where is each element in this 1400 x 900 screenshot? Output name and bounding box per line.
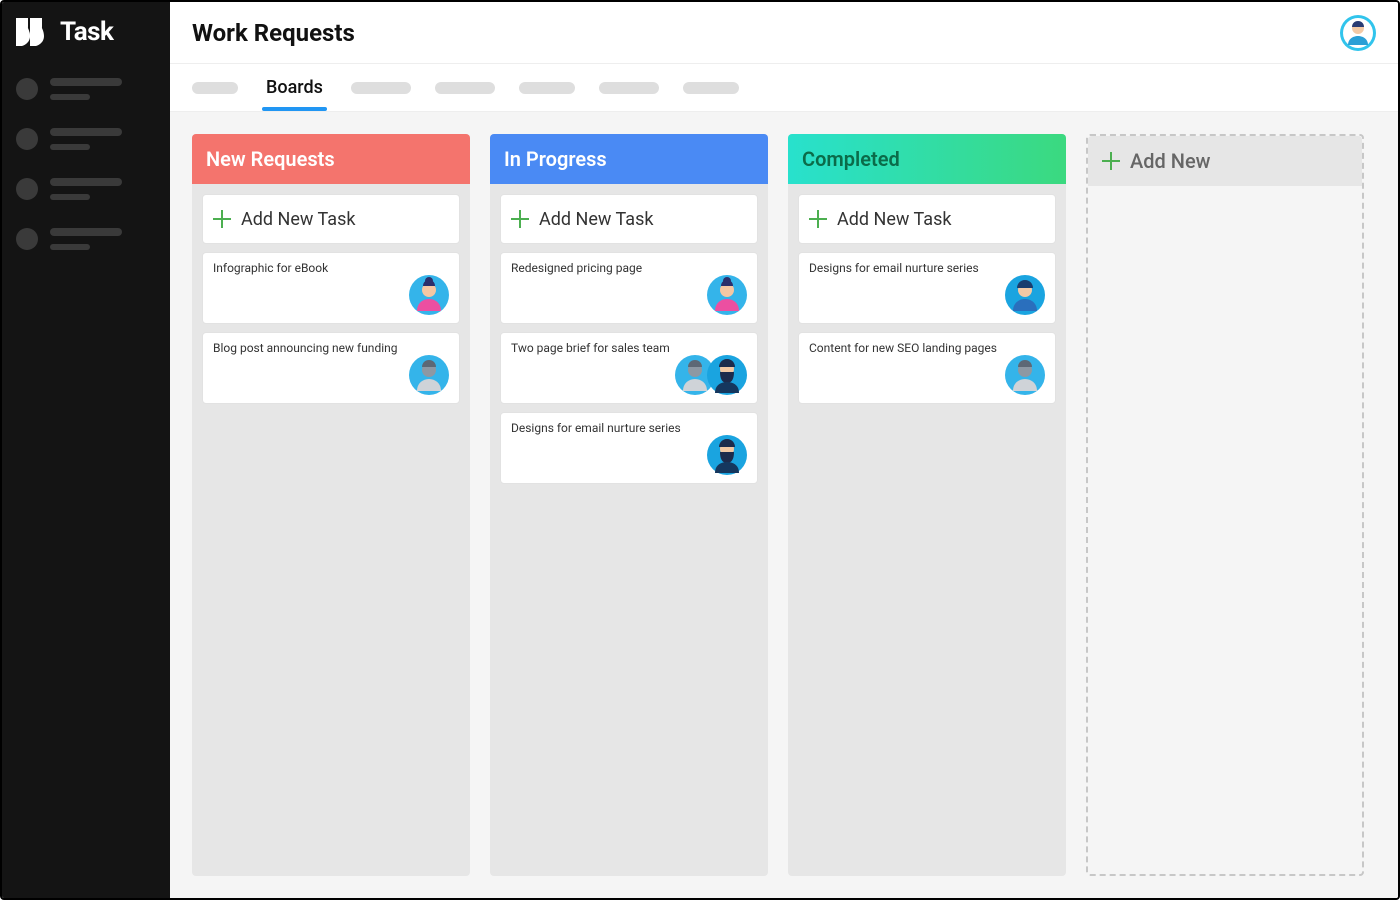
add-task-button[interactable]: Add New Task: [798, 194, 1056, 244]
logo-text: Task: [60, 17, 113, 47]
nav-dot-icon: [16, 178, 38, 200]
add-task-button[interactable]: Add New Task: [202, 194, 460, 244]
nav-dot-icon: [16, 78, 38, 100]
task-card[interactable]: Redesigned pricing page: [500, 252, 758, 324]
task-title: Infographic for eBook: [213, 261, 449, 275]
add-task-button[interactable]: Add New Task: [500, 194, 758, 244]
column-body: Add New Task Infographic for eBook Blog …: [192, 184, 470, 414]
tab-placeholder[interactable]: [192, 82, 238, 94]
sidebar-nav: [2, 62, 170, 266]
assignee-avatar[interactable]: [707, 355, 747, 395]
task-card[interactable]: Infographic for eBook: [202, 252, 460, 324]
nav-dot-icon: [16, 228, 38, 250]
task-assignees: [809, 355, 1045, 395]
task-title: Designs for email nurture series: [809, 261, 1045, 275]
nav-item-placeholder: [50, 128, 122, 150]
sidebar-item[interactable]: [16, 128, 156, 150]
add-column-header: Add New: [1088, 136, 1362, 186]
assignee-avatar[interactable]: [1005, 275, 1045, 315]
task-card[interactable]: Blog post announcing new funding: [202, 332, 460, 404]
sidebar: Task: [2, 2, 170, 898]
logo-icon: [16, 18, 50, 46]
user-avatar[interactable]: [1340, 15, 1376, 51]
logo[interactable]: Task: [2, 2, 170, 62]
page-title: Work Requests: [192, 19, 355, 47]
column-header[interactable]: New Requests: [192, 134, 470, 184]
add-task-label: Add New Task: [539, 209, 654, 230]
task-card[interactable]: Designs for email nurture series: [500, 412, 758, 484]
nav-item-placeholder: [50, 228, 122, 250]
assignee-avatar[interactable]: [409, 355, 449, 395]
plus-icon: [511, 210, 529, 228]
board-column-in-progress: In Progress Add New Task Redesigned pric…: [490, 134, 768, 876]
plus-icon: [213, 210, 231, 228]
task-card[interactable]: Designs for email nurture series: [798, 252, 1056, 324]
tab-boards[interactable]: Boards: [262, 65, 327, 110]
topbar: Work Requests: [170, 2, 1398, 64]
task-assignees: [511, 435, 747, 475]
tab-bar: Boards: [170, 64, 1398, 112]
nav-item-placeholder: [50, 78, 122, 100]
tab-placeholder[interactable]: [435, 82, 495, 94]
app-shell: Task Work Requests: [0, 0, 1400, 900]
task-title: Designs for email nurture series: [511, 421, 747, 435]
task-assignees: [511, 355, 747, 395]
sidebar-item[interactable]: [16, 178, 156, 200]
column-body: Add New Task Redesigned pricing page Two…: [490, 184, 768, 494]
assignee-avatar[interactable]: [409, 275, 449, 315]
sidebar-item[interactable]: [16, 78, 156, 100]
board: New Requests Add New Task Infographic fo…: [170, 112, 1398, 898]
add-column-label: Add New: [1130, 149, 1211, 173]
task-assignees: [213, 355, 449, 395]
task-title: Blog post announcing new funding: [213, 341, 449, 355]
column-header[interactable]: Completed: [788, 134, 1066, 184]
add-task-label: Add New Task: [837, 209, 952, 230]
plus-icon: [1102, 152, 1120, 170]
nav-item-placeholder: [50, 178, 122, 200]
plus-icon: [809, 210, 827, 228]
tab-placeholder[interactable]: [599, 82, 659, 94]
task-title: Two page brief for sales team: [511, 341, 747, 355]
task-title: Redesigned pricing page: [511, 261, 747, 275]
task-assignees: [213, 275, 449, 315]
task-title: Content for new SEO landing pages: [809, 341, 1045, 355]
board-column-completed: Completed Add New Task Designs for email…: [788, 134, 1066, 876]
board-column-new-requests: New Requests Add New Task Infographic fo…: [192, 134, 470, 876]
column-header[interactable]: In Progress: [490, 134, 768, 184]
main-panel: Work Requests Boards New Requests Add N: [170, 2, 1398, 898]
nav-dot-icon: [16, 128, 38, 150]
task-card[interactable]: Content for new SEO landing pages: [798, 332, 1056, 404]
assignee-avatar[interactable]: [1005, 355, 1045, 395]
task-card[interactable]: Two page brief for sales team: [500, 332, 758, 404]
tab-placeholder[interactable]: [683, 82, 739, 94]
tab-placeholder[interactable]: [351, 82, 411, 94]
assignee-avatar[interactable]: [707, 275, 747, 315]
task-assignees: [809, 275, 1045, 315]
tab-placeholder[interactable]: [519, 82, 575, 94]
sidebar-item[interactable]: [16, 228, 156, 250]
add-task-label: Add New Task: [241, 209, 356, 230]
assignee-avatar[interactable]: [707, 435, 747, 475]
add-column[interactable]: Add New: [1086, 134, 1364, 876]
column-body: Add New Task Designs for email nurture s…: [788, 184, 1066, 414]
task-assignees: [511, 275, 747, 315]
